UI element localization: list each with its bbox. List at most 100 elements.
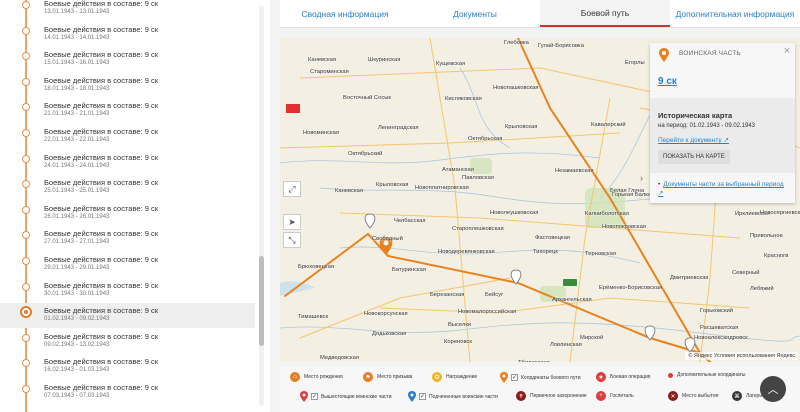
chevron-right-icon[interactable]: ›: [640, 173, 643, 183]
city-label: Староплешковская: [452, 226, 504, 232]
timeline-item[interactable]: Боевые действия в составе: 9 ск 07.03.194…: [0, 380, 255, 405]
unit-name-link[interactable]: 9 ск: [658, 76, 677, 87]
map-copyright[interactable]: © Яндекс Условия использования Яндекс: [685, 352, 798, 360]
fullscreen-button[interactable]: ⤢: [283, 181, 301, 197]
bullet: •: [658, 181, 661, 188]
timeline-item-title: Боевые действия в составе: 9 ск: [44, 152, 159, 162]
timeline-item-date: 22.01.1943 - 22.01.1943: [44, 137, 110, 143]
timeline-dot: [20, 306, 32, 319]
timeline-item[interactable]: Боевые действия в составе: 9 ск 27.01.194…: [0, 226, 255, 251]
timeline-dot: [22, 26, 30, 35]
legend-item[interactable]: ✓ Координаты боевого пути: [500, 372, 581, 383]
timeline-item[interactable]: Боевые действия в составе: 9 ск 29.01.194…: [0, 252, 255, 277]
timeline-item[interactable]: Боевые действия в составе: 9 ск 30.01.194…: [0, 278, 255, 303]
city-label: Фастовецкая: [535, 235, 570, 241]
timeline-item[interactable]: Боевые действия в составе: 9 ск 01.02.194…: [0, 303, 255, 329]
timeline-item-title: Боевые действия в составе: 9 ск: [44, 280, 159, 290]
timeline-dot: [22, 52, 30, 61]
city-label: Дмитриевская: [670, 275, 709, 281]
city-label: Кущевская: [436, 61, 466, 67]
city-label: Крыловская: [505, 124, 538, 130]
timeline-item[interactable]: Боевые действия в составе: 9 ск 24.01.194…: [0, 150, 255, 175]
info-panel: × ВОИНСКАЯ ЧАСТЬ 9 ск › Историческая кар…: [640, 43, 795, 203]
legend-checkbox[interactable]: ✓: [511, 374, 518, 381]
timeline-dot: [22, 205, 30, 214]
legend-item[interactable]: ✕ Место выбытия: [668, 391, 718, 401]
legend-item[interactable]: ✝ Первичное захоронение: [516, 391, 587, 401]
legend-item[interactable]: ⌂ Место рождения: [290, 372, 343, 382]
timeline-item-title: Боевые действия в составе: 9 ск: [44, 357, 159, 367]
legend-label: Координаты боевого пути: [521, 374, 581, 381]
legend-checkbox[interactable]: ✓: [311, 393, 318, 400]
city-label: Новолеушковская: [490, 210, 539, 216]
city-label: Тимашевск: [298, 314, 329, 320]
city-label: Новопашковская: [493, 85, 539, 91]
flag-icon: ⚑: [363, 372, 373, 382]
legend-checkbox[interactable]: ✓: [419, 393, 426, 400]
timeline-scroll-thumb[interactable]: [259, 256, 264, 346]
historical-map-period: на период: 01.02.1943 - 09.02.1943: [658, 123, 756, 129]
unit-documents-link[interactable]: Документы части за выбранный период ↗: [658, 181, 784, 197]
unit-pin-icon: [659, 48, 669, 62]
timeline-item[interactable]: Боевые действия в составе: 9 ск 26.01.194…: [0, 201, 255, 226]
timeline-item[interactable]: Боевые действия в составе: 9 ск 09.02.194…: [0, 329, 255, 354]
city-label: Дядьковская: [372, 331, 407, 337]
legend-label: Первичное захоронение: [530, 393, 587, 399]
tab-battle-path[interactable]: Боевой путь: [540, 0, 670, 27]
tab-documents[interactable]: Документы: [410, 0, 540, 27]
scroll-up-button[interactable]: ︿: [760, 376, 786, 402]
legend-item[interactable]: ★ Боевая операция: [596, 372, 651, 382]
city-label: Павловская: [462, 175, 494, 181]
x-icon: ✕: [668, 391, 678, 401]
expand-button[interactable]: ⤡: [283, 232, 301, 248]
city-label: Октябрьский: [348, 151, 383, 157]
route-marker[interactable]: [364, 213, 376, 229]
show-on-map-button[interactable]: ПОКАЗАТЬ НА КАРТЕ: [658, 150, 730, 164]
city-label: Челбасская: [394, 218, 426, 224]
timeline-item[interactable]: Боевые действия в составе: 9 ск 25.01.194…: [0, 175, 255, 200]
legend-item[interactable]: ✓ Вышестоящие воинские части: [300, 391, 392, 402]
city-label: Тихорецк: [533, 249, 558, 255]
layer-color-swatch[interactable]: [286, 104, 300, 113]
go-to-document-link[interactable]: Перейти к документу ↗: [658, 136, 729, 144]
timeline-item[interactable]: Боевые действия в составе: 9 ск 22.01.194…: [0, 124, 255, 149]
timeline-item[interactable]: Боевые действия в составе: 9 ск 15.01.194…: [0, 47, 255, 72]
water-body: [280, 281, 315, 296]
timeline-item-date: 16.02.1943 - 01.03.1943: [44, 367, 110, 374]
timeline-dot: [22, 282, 30, 291]
cross-icon: ✝: [516, 391, 526, 401]
timeline-item[interactable]: Боевые действия в составе: 9 ск 16.02.194…: [0, 354, 255, 379]
route-marker[interactable]: [644, 325, 656, 341]
city-label: Кавалерский: [591, 122, 626, 128]
house-icon: ⌂: [290, 372, 300, 382]
city-label: Красногв: [764, 253, 789, 259]
medal-icon: ✪: [432, 372, 442, 382]
city-label: Новоминская: [303, 130, 339, 136]
timeline-dot: [22, 129, 30, 137]
legend-item[interactable]: ✓ Подчиненные воинские части: [408, 391, 498, 402]
close-icon[interactable]: ×: [784, 45, 790, 57]
map-markers[interactable]: [364, 213, 696, 353]
legend-item[interactable]: + Госпиталь: [596, 391, 634, 401]
legend-item[interactable]: Дополнительные координаты: [668, 372, 745, 378]
timeline-item[interactable]: Боевые действия в составе: 9 ск 18.01.194…: [0, 73, 255, 98]
legend-item[interactable]: ⚑ Место призыва: [363, 372, 412, 382]
tab-additional-info[interactable]: Дополнительная информация: [670, 0, 800, 27]
city-label: Новоплатнировская: [415, 185, 469, 191]
timeline-item[interactable]: Боевые действия в составе: 9 ск 21.01.194…: [0, 98, 255, 123]
city-label: Новодеревянковская: [438, 249, 495, 255]
tab-summary[interactable]: Сводная информация: [280, 0, 410, 27]
timeline-item-title: Боевые действия в составе: 9 ск: [44, 203, 159, 213]
legend-item[interactable]: ⌘ Лагерь: [732, 391, 762, 401]
timeline-item[interactable]: Боевые действия в составе: 9 ск 14.01.194…: [0, 22, 255, 47]
locate-button[interactable]: ➤: [283, 214, 301, 230]
legend-label: Дополнительные координаты: [677, 372, 746, 378]
city-label: Горьковский: [700, 308, 733, 314]
city-label: Северный: [732, 270, 760, 276]
timeline-item-date: 14.01.1943 - 14.01.1943: [44, 34, 110, 41]
pin-icon: [500, 372, 508, 383]
timeline-item[interactable]: Боевые действия в составе: 9 ск 13.01.194…: [0, 0, 255, 21]
legend-item[interactable]: ✪ Награждение: [432, 372, 477, 382]
timeline-item-date: 18.01.1943 - 18.01.1943: [44, 85, 110, 92]
timeline-scrollbar[interactable]: [259, 6, 264, 406]
